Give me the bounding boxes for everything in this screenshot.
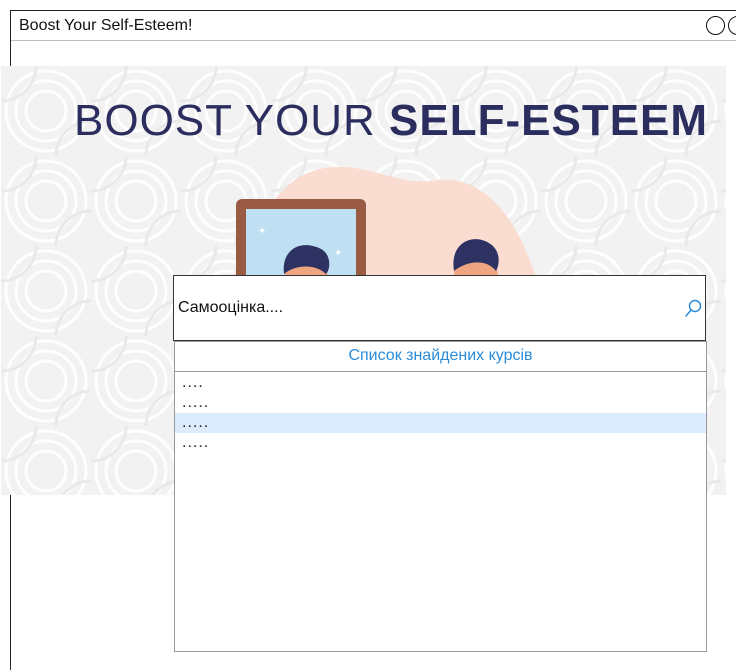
list-item[interactable]: ....: [175, 373, 706, 393]
list-item[interactable]: .....: [175, 433, 706, 453]
headline-light-text: BOOST YOUR: [74, 96, 390, 145]
window-control-button[interactable]: [728, 16, 736, 35]
svg-text:✦: ✦: [334, 248, 342, 259]
window-control-button[interactable]: [706, 16, 725, 35]
svg-text:✦: ✦: [258, 226, 266, 237]
search-box: [173, 275, 706, 341]
window-title: Boost Your Self-Esteem!: [19, 17, 193, 34]
search-icon[interactable]: [683, 298, 703, 318]
headline-bold-text: SELF-ESTEEM: [389, 96, 709, 145]
banner-headline: BOOST YOUR SELF-ESTEEM: [74, 96, 714, 146]
search-results-panel: Список знайдених курсів .... ..... .....…: [174, 341, 707, 652]
results-header: Список знайдених курсів: [175, 342, 706, 372]
results-list: .... ..... ..... .....: [175, 373, 706, 453]
search-input[interactable]: [178, 296, 668, 320]
title-bar: Boost Your Self-Esteem!: [11, 11, 736, 41]
list-item[interactable]: .....: [175, 393, 706, 413]
list-item[interactable]: .....: [175, 413, 706, 433]
